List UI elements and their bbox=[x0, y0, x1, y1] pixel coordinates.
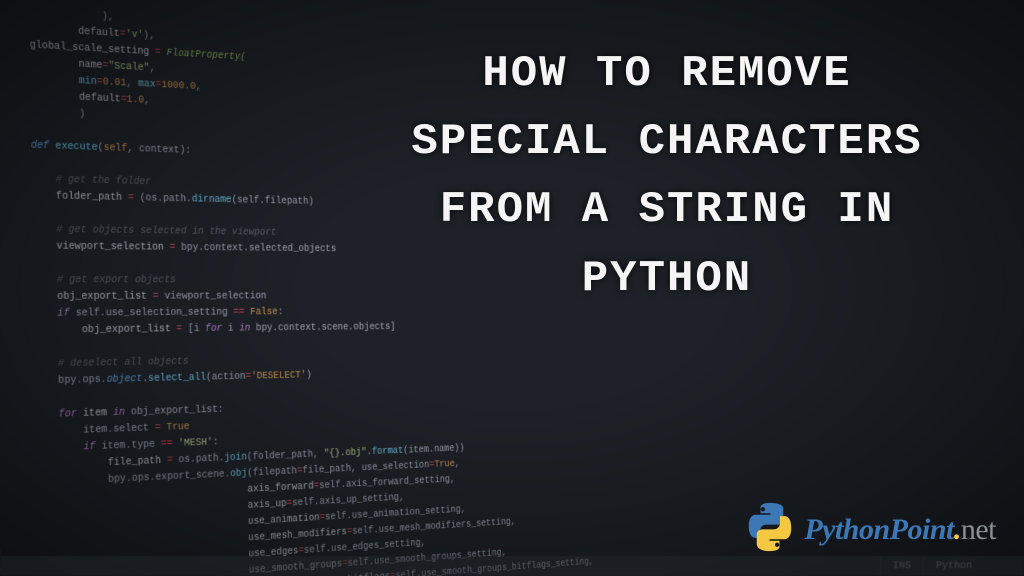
title-line-4: PYTHON bbox=[350, 245, 984, 313]
logo-text-blue: PythonPoint bbox=[804, 513, 954, 546]
title-line-3: FROM A STRING IN bbox=[350, 176, 984, 244]
logo-text: PythonPoint.net bbox=[804, 513, 996, 547]
title-line-2: SPECIAL CHARACTERS bbox=[350, 108, 984, 176]
status-ins: INS bbox=[880, 556, 923, 576]
logo-text-grey: net bbox=[961, 513, 996, 546]
logo-text-dot: . bbox=[954, 513, 961, 546]
title-overlay: HOW TO REMOVE SPECIAL CHARACTERS FROM A … bbox=[350, 40, 984, 313]
title-line-1: HOW TO REMOVE bbox=[350, 40, 984, 108]
status-bar: INS Python bbox=[0, 556, 1024, 576]
status-lang: Python bbox=[923, 556, 984, 576]
logo: PythonPoint.net bbox=[744, 501, 996, 558]
python-logo-icon bbox=[744, 501, 796, 558]
